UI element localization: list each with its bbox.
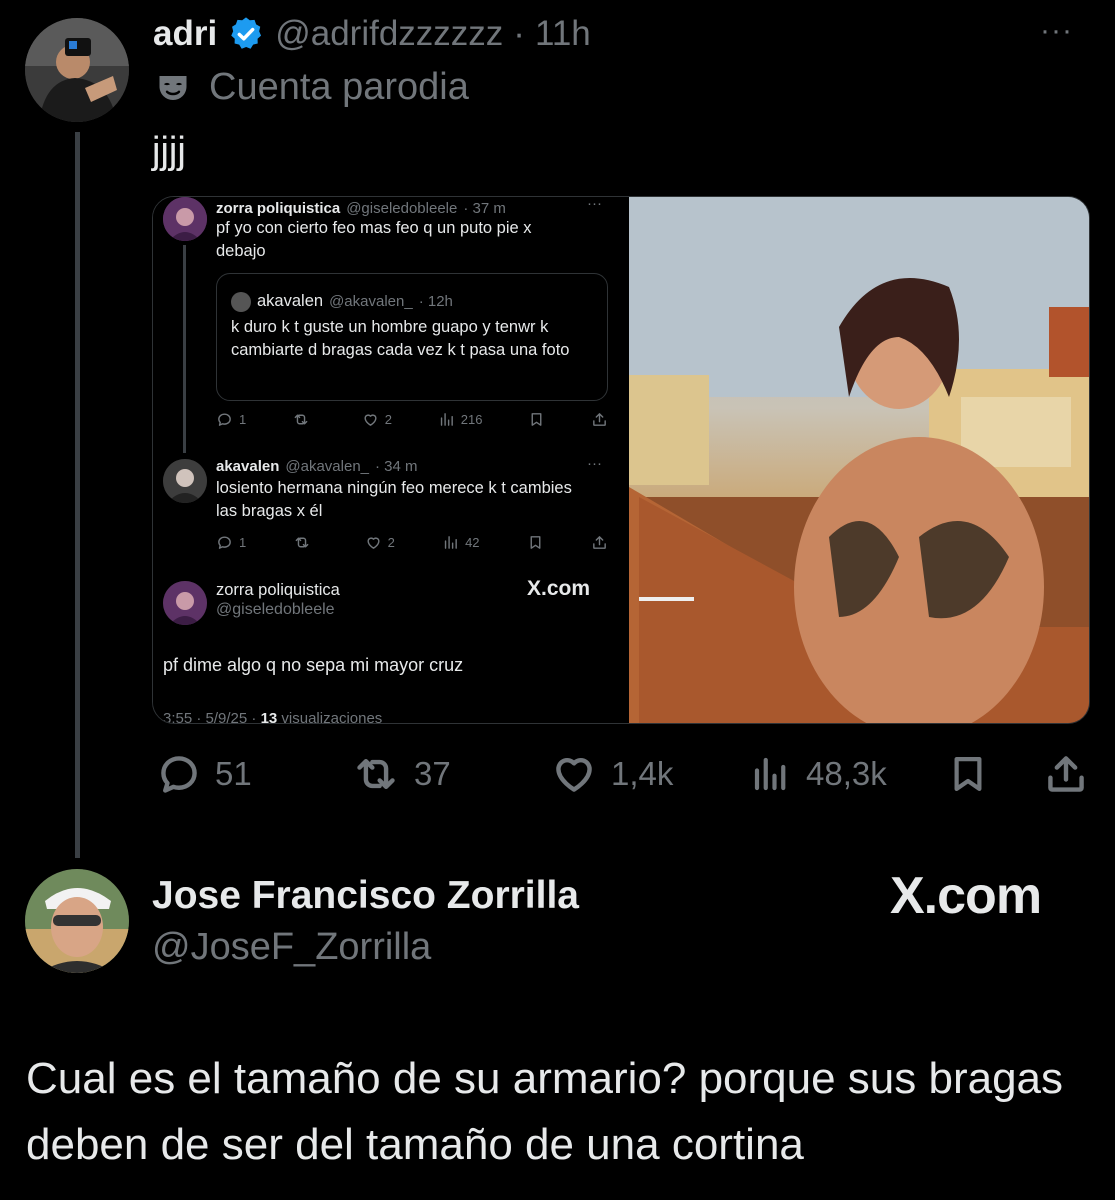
tweet-time[interactable]: 11h bbox=[535, 14, 591, 54]
mask-icon bbox=[159, 75, 187, 100]
reply-text: Cual es el tamaño de su armario? porque … bbox=[26, 1054, 1064, 1169]
embedded-quote: akavalen @akavalen_ · 12h k duro k t gus… bbox=[216, 273, 608, 401]
embedded-actions-2: 1 2 42 bbox=[216, 534, 608, 551]
embedded-meta: 3:55 · 5/9/25 · 13 visualizaciones bbox=[163, 710, 383, 724]
reply-button[interactable]: 51 bbox=[157, 752, 252, 796]
avatar[interactable] bbox=[25, 18, 129, 122]
repost-count: 37 bbox=[414, 755, 451, 792]
media-card[interactable]: zorra poliquistica @giseledobleele · 37 … bbox=[152, 196, 1090, 724]
bookmark-button[interactable] bbox=[947, 752, 989, 796]
reply-author-handle[interactable]: @JoseF_Zorrilla bbox=[152, 926, 431, 969]
quote-name: akavalen bbox=[257, 292, 324, 310]
embedded-reply-icon: 1 bbox=[216, 411, 246, 428]
embedded-repost-icon-2 bbox=[293, 534, 317, 551]
embedded-avatar bbox=[163, 197, 207, 241]
embedded-screenshot: zorra poliquistica @giseledobleele · 37 … bbox=[153, 196, 629, 724]
embedded-avatar-2 bbox=[163, 459, 207, 503]
author-name[interactable]: adri bbox=[153, 14, 217, 54]
bookmark-icon bbox=[954, 757, 982, 791]
repost-button[interactable]: 37 bbox=[352, 752, 451, 796]
thread-line bbox=[75, 132, 80, 858]
embedded-handle-3: @giseledobleele bbox=[216, 601, 335, 618]
views-count: 48,3k bbox=[806, 755, 887, 792]
quote-text: k duro k t guste un hombre guapo y tenwr… bbox=[231, 318, 570, 359]
embedded-name-3: zorra poliquistica bbox=[216, 581, 340, 599]
repost-icon bbox=[357, 758, 395, 790]
separator-dot: · bbox=[513, 14, 525, 53]
like-count: 1,4k bbox=[611, 755, 674, 792]
embedded-text-3: pf dime algo q no sepa mi mayor cruz bbox=[163, 655, 464, 675]
reply-count: 51 bbox=[215, 755, 252, 792]
embedded-handle-2: @akavalen_ bbox=[285, 458, 370, 475]
verified-badge-icon bbox=[231, 17, 262, 49]
embedded-thread-line bbox=[183, 245, 186, 453]
quote-avatar bbox=[231, 291, 251, 312]
author-handle[interactable]: @adrifdzzzzzz bbox=[275, 14, 503, 54]
like-button[interactable]: 1,4k bbox=[551, 752, 673, 796]
quote-time: · 12h bbox=[418, 293, 453, 310]
reply-avatar-photo bbox=[25, 869, 129, 973]
reply-author-name[interactable]: Jose Francisco Zorrilla bbox=[152, 874, 579, 918]
parody-label: Cuenta parodia bbox=[209, 66, 469, 108]
embedded-views-icon-2: 42 bbox=[442, 534, 480, 551]
embedded-bookmark-icon-2 bbox=[527, 534, 544, 551]
embedded-x-logo: X.com bbox=[527, 577, 591, 600]
embedded-views-icon: 216 bbox=[438, 411, 482, 428]
reply-icon bbox=[161, 756, 197, 793]
embedded-bookmark-icon bbox=[528, 411, 545, 428]
reply-avatar[interactable] bbox=[25, 869, 129, 973]
views-chart-icon bbox=[754, 757, 786, 791]
embedded-more-icon-2: ··· bbox=[587, 455, 602, 472]
quote-handle: @akavalen_ bbox=[329, 293, 413, 310]
embedded-share-icon bbox=[591, 411, 608, 428]
views-button[interactable]: 48,3k bbox=[750, 752, 887, 796]
embedded-text-2: losiento hermana ningún feo merece k t c… bbox=[216, 479, 572, 520]
more-options-icon[interactable]: ··· bbox=[1040, 14, 1073, 48]
heart-icon bbox=[556, 757, 592, 792]
embedded-repost-icon bbox=[292, 411, 316, 428]
embedded-reply-icon-2: 1 bbox=[216, 534, 246, 551]
embedded-like-icon: 2 bbox=[362, 411, 392, 428]
embedded-name-2: akavalen bbox=[216, 458, 280, 475]
embedded-more-icon: ··· bbox=[587, 196, 602, 212]
share-button[interactable] bbox=[1044, 752, 1088, 796]
embedded-actions-1: 1 2 216 bbox=[216, 411, 608, 428]
tweet-text: jjjj bbox=[152, 130, 186, 172]
embedded-avatar-3 bbox=[163, 581, 207, 625]
embedded-like-icon-2: 2 bbox=[365, 534, 395, 551]
share-icon bbox=[1048, 756, 1084, 792]
x-logo: X.com bbox=[890, 867, 1042, 925]
embedded-share-icon-2 bbox=[591, 534, 608, 551]
embedded-time-2: · 34 m bbox=[375, 458, 418, 475]
embedded-photo bbox=[629, 197, 1089, 723]
embedded-text: pf yo con cierto feo mas feo q un puto p… bbox=[216, 219, 532, 260]
avatar-photo bbox=[25, 18, 129, 122]
